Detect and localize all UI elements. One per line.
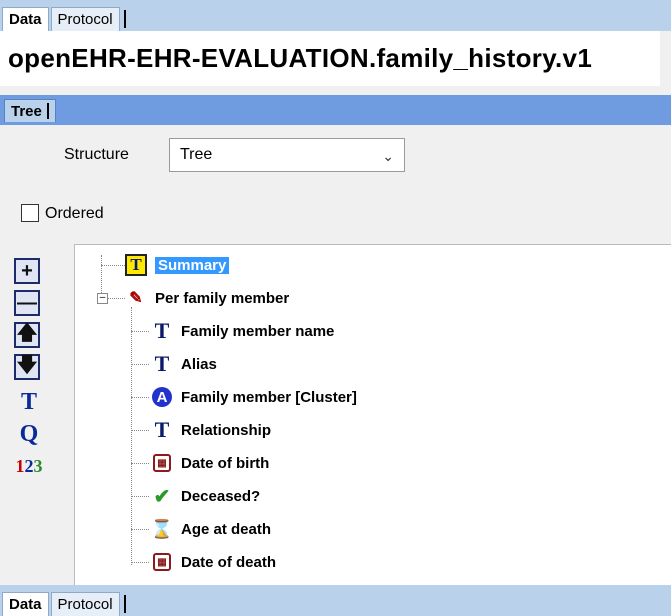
boolean-icon-glyph: ✔ [153, 485, 171, 508]
tab-tree[interactable]: Tree [4, 99, 56, 122]
tree-connector [131, 562, 149, 563]
tree-node-date-of-birth[interactable]: ▦ Date of birth [151, 449, 269, 477]
tab-data-label: Data [9, 11, 42, 28]
arrow-down-icon[interactable]: 🡇 [14, 354, 40, 380]
boolean-icon: ✔ [151, 485, 173, 508]
tree-connector [131, 397, 149, 398]
slot-icon: A [151, 386, 173, 408]
tree-connector [131, 430, 149, 431]
archetype-title: openEHR-EHR-EVALUATION.family_history.v1 [0, 31, 660, 86]
text-icon-glyph: T [154, 351, 170, 376]
tab-tree-label: Tree [11, 102, 42, 120]
text-icon-glyph: T [154, 318, 170, 343]
hourglass-icon: ⌛ [151, 518, 173, 540]
tree-connector [131, 529, 149, 530]
tree-node-label: Relationship [181, 421, 272, 439]
tab-data[interactable]: Data [2, 592, 49, 616]
tree-panel[interactable]: – T Summary ✎ Per family member T Family… [74, 244, 671, 586]
structure-select-value: Tree [180, 146, 213, 163]
tree-connector [131, 307, 132, 565]
calendar-icon-glyph: ▦ [153, 553, 171, 571]
text-icon-glyph: T [154, 417, 170, 442]
tree-connector [131, 364, 149, 365]
text-icon: T [151, 417, 173, 442]
text-icon-glyph: T [125, 254, 147, 276]
text-icon: T [151, 318, 173, 343]
tree-connector [131, 331, 149, 332]
tree-node-label: Date of death [181, 553, 277, 571]
tree-node-label: Alias [181, 355, 217, 373]
tree-node-label: Family member [Cluster] [181, 388, 357, 406]
tree-node-date-of-death[interactable]: ▦ Date of death [151, 548, 276, 576]
tab-protocol[interactable]: Protocol [50, 592, 120, 616]
tree-node-label: Age at death [181, 520, 272, 538]
cluster-icon-glyph: ✎ [129, 290, 143, 307]
count-type-icon-digit-2: 2 [24, 455, 34, 476]
tree-node-label: Date of birth [181, 454, 270, 472]
slot-icon-glyph: A [152, 387, 172, 407]
tree-node-age-at-death[interactable]: ⌛ Age at death [151, 515, 271, 543]
tree-node-family-member-cluster[interactable]: A Family member [Cluster] [151, 383, 357, 411]
quantity-type-icon[interactable]: Q [14, 418, 44, 450]
cluster-icon: ✎ [125, 287, 147, 309]
tree-toolbar: + — 🡅 🡇 T Q 123 [14, 258, 44, 482]
tree-node-label: Per family member [155, 289, 290, 307]
plus-icon[interactable]: + [14, 258, 40, 284]
tree-connector [131, 496, 149, 497]
tree-connector [101, 265, 125, 266]
tree-connector [131, 463, 149, 464]
tab-caret [46, 103, 49, 119]
tree-node-label: Summary [155, 256, 230, 274]
bottom-tab-strip: Data Protocol [0, 585, 671, 616]
hourglass-icon-glyph: ⌛ [150, 518, 174, 539]
text-type-icon[interactable]: T [14, 386, 44, 418]
tree-node-per-family-member[interactable]: ✎ Per family member [125, 284, 289, 312]
tab-protocol[interactable]: Protocol [50, 7, 120, 31]
tree-node-deceased[interactable]: ✔ Deceased? [151, 482, 261, 510]
text-icon: T [151, 351, 173, 376]
tab-data-label: Data [9, 596, 42, 613]
tree-node-label: Family member name [181, 322, 335, 340]
minus-icon[interactable]: — [14, 290, 40, 316]
tab-caret [123, 10, 126, 28]
tab-caret [123, 595, 126, 613]
tab-protocol-label: Protocol [57, 596, 113, 613]
calendar-icon-glyph: ▦ [153, 454, 171, 472]
count-type-icon-digit-1: 1 [15, 455, 25, 476]
structure-label: Structure [64, 146, 129, 163]
count-type-icon[interactable]: 123 [14, 450, 44, 482]
tree-node-summary[interactable]: T Summary [125, 251, 230, 279]
chevron-down-icon: ⌄ [382, 148, 394, 164]
tree-connector [107, 298, 125, 299]
structure-select[interactable]: Tree ⌄ [169, 138, 405, 172]
text-icon: T [125, 254, 147, 276]
ordered-label: Ordered [45, 205, 104, 222]
calendar-icon: ▦ [151, 551, 173, 573]
tree-node-label: Deceased? [181, 487, 261, 505]
ordered-checkbox[interactable] [21, 204, 39, 222]
tree-node-relationship[interactable]: T Relationship [151, 416, 271, 444]
count-type-icon-digit-3: 3 [33, 455, 43, 476]
tree-tab-bar: Tree [0, 95, 671, 125]
top-tab-strip: Data Protocol [0, 0, 671, 31]
tree-node-alias[interactable]: T Alias [151, 350, 217, 378]
tab-data[interactable]: Data [2, 7, 49, 31]
tab-protocol-label: Protocol [57, 11, 113, 28]
calendar-icon: ▦ [151, 452, 173, 474]
tree-node-family-member-name[interactable]: T Family member name [151, 317, 335, 345]
arrow-up-icon[interactable]: 🡅 [14, 322, 40, 348]
